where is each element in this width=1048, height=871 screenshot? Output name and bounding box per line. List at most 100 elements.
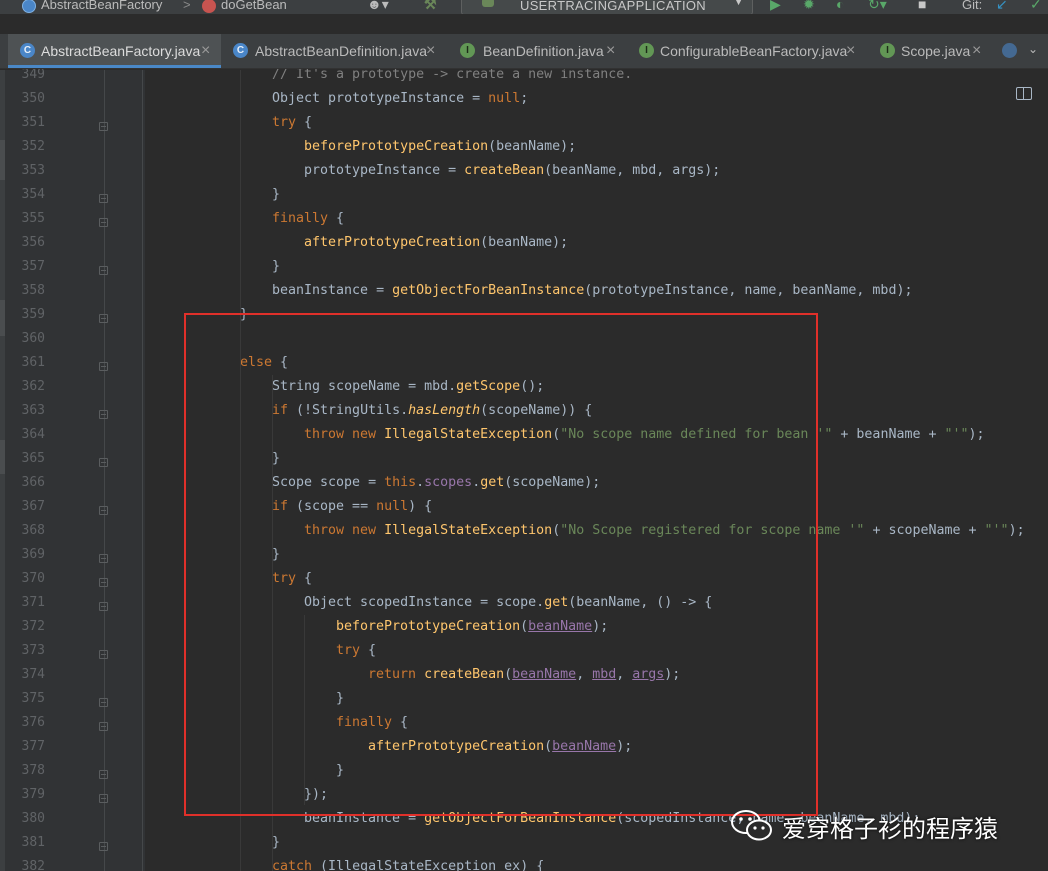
chevron-down-icon: ▼ [733, 0, 744, 8]
fold-marker-icon[interactable] [99, 266, 108, 275]
fold-marker-icon[interactable] [99, 554, 108, 563]
user-icon[interactable]: ☻▾ [367, 0, 389, 13]
code-line: } [272, 187, 281, 202]
interface-icon: I [460, 43, 475, 58]
line-number: 365 [21, 451, 45, 466]
fold-marker-icon[interactable] [99, 314, 108, 323]
ide-window: 349// It's a prototype -> create a new i… [0, 0, 1048, 871]
stop-icon[interactable]: ■ [918, 0, 926, 12]
line-number: 354 [21, 187, 45, 202]
close-icon[interactable]: × [846, 34, 855, 68]
code-line: catch (IllegalStateException ex) { [272, 859, 545, 871]
fold-marker-icon[interactable] [99, 194, 108, 203]
line-number: 359 [21, 307, 45, 322]
tab-abstract-bean-definition[interactable]: C AbstractBeanDefinition.java × [225, 34, 443, 68]
tab-label: BeanDefinition.java [483, 43, 604, 59]
method-icon [202, 0, 216, 13]
code-line: Object prototypeInstance = null; [272, 91, 529, 106]
fold-marker-icon[interactable] [99, 362, 108, 371]
git-label: Git: [962, 0, 983, 12]
fold-marker-icon[interactable] [99, 770, 108, 779]
line-number: 349 [21, 67, 45, 82]
line-number: 370 [21, 571, 45, 586]
line-number: 357 [21, 259, 45, 274]
breadcrumb-class-label: AbstractBeanFactory [41, 0, 163, 12]
line-number: 374 [21, 667, 45, 682]
breadcrumb-class[interactable]: AbstractBeanFactory [22, 0, 162, 13]
run-icon[interactable]: ▶ [770, 0, 781, 13]
run-configuration-selector[interactable]: USERTRACINGAPPLICATION ▼ [461, 0, 753, 14]
code-line: } [272, 835, 281, 850]
fold-marker-icon[interactable] [99, 458, 108, 467]
class-icon [22, 0, 36, 13]
fold-marker-icon[interactable] [99, 218, 108, 227]
code-line: beanInstance = getObjectForBeanInstance(… [272, 283, 913, 298]
tab-abstract-bean-factory[interactable]: C AbstractBeanFactory.java × [8, 34, 221, 68]
code-line: afterPrototypeCreation(beanName); [304, 235, 569, 250]
line-number: 380 [21, 811, 45, 826]
build-hammer-icon[interactable]: ⚒ [424, 0, 437, 13]
fold-marker-icon[interactable] [99, 506, 108, 515]
tab-configurable-bean-factory[interactable]: I ConfigurableBeanFactory.java × [628, 34, 870, 68]
line-number: 362 [21, 379, 45, 394]
breadcrumb-separator: > [183, 0, 191, 12]
interface-icon: I [639, 43, 654, 58]
git-update-icon[interactable]: ↙ [996, 0, 1008, 13]
line-number: 378 [21, 763, 45, 778]
class-icon: C [233, 43, 248, 58]
close-icon[interactable]: × [606, 34, 615, 68]
gutter-divider [104, 70, 105, 871]
fold-marker-icon[interactable] [99, 698, 108, 707]
line-number: 351 [21, 115, 45, 130]
line-number: 371 [21, 595, 45, 610]
code-line: } [272, 259, 281, 274]
class-icon [1002, 43, 1017, 58]
reader-mode-icon[interactable] [1016, 87, 1032, 100]
profile-icon[interactable]: ↻▾ [868, 0, 887, 13]
editor-tab-bar: C AbstractBeanFactory.java × C AbstractB… [0, 34, 1048, 69]
line-number: 376 [21, 715, 45, 730]
line-number: 375 [21, 691, 45, 706]
code-line: prototypeInstance = createBean(beanName,… [304, 163, 721, 178]
line-number: 361 [21, 355, 45, 370]
fold-marker-icon[interactable] [99, 794, 108, 803]
tab-label: AbstractBeanFactory.java [41, 43, 201, 59]
line-number: 366 [21, 475, 45, 490]
close-icon[interactable]: × [201, 34, 210, 68]
code-line: beforePrototypeCreation(beanName); [304, 139, 577, 154]
tab-list-chevron-icon[interactable]: ⌄ [1028, 42, 1038, 56]
fold-marker-icon[interactable] [99, 122, 108, 131]
git-commit-icon[interactable]: ✓ [1030, 0, 1042, 13]
line-number: 352 [21, 139, 45, 154]
line-number: 369 [21, 547, 45, 562]
fold-marker-icon[interactable] [99, 842, 108, 851]
coverage-icon[interactable]: ◐ [836, 0, 844, 12]
line-number: 377 [21, 739, 45, 754]
fold-marker-icon[interactable] [99, 722, 108, 731]
breadcrumb-method[interactable]: doGetBean [202, 0, 287, 13]
close-icon[interactable]: × [426, 34, 435, 68]
fold-marker-icon[interactable] [99, 650, 108, 659]
fold-marker-icon[interactable] [99, 602, 108, 611]
gutter-divider [142, 70, 143, 871]
line-number: 363 [21, 403, 45, 418]
line-number: 353 [21, 163, 45, 178]
line-number: 364 [21, 427, 45, 442]
spring-boot-icon [482, 0, 494, 7]
fold-marker-icon[interactable] [99, 410, 108, 419]
line-number: 355 [21, 211, 45, 226]
run-configuration-label: USERTRACINGAPPLICATION [520, 0, 706, 13]
watermark-text: 爱穿格子衫的程序猿 [782, 815, 998, 843]
fold-marker-icon[interactable] [99, 578, 108, 587]
class-icon: C [20, 43, 35, 58]
line-number: 382 [21, 859, 45, 871]
line-number: 356 [21, 235, 45, 250]
tab-bean-definition[interactable]: I BeanDefinition.java × [450, 34, 624, 68]
tab-scope[interactable]: I Scope.java × [872, 34, 994, 68]
line-number: 360 [21, 331, 45, 346]
debug-icon[interactable]: ✹ [803, 0, 815, 13]
close-icon[interactable]: × [972, 34, 981, 68]
line-number: 350 [21, 91, 45, 106]
line-number: 372 [21, 619, 45, 634]
code-line: try { [272, 115, 313, 130]
